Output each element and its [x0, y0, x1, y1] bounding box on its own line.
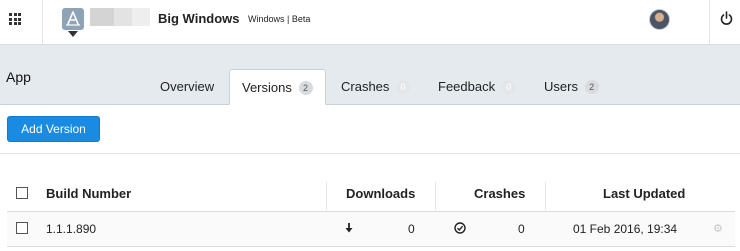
divider [0, 153, 740, 154]
tab-count-badge: 0 [396, 80, 411, 94]
tab-feedback[interactable]: Feedback 0 [438, 69, 516, 105]
tab-label: Overview [160, 79, 215, 94]
app-name: Big Windows [158, 11, 240, 26]
column-divider [545, 182, 546, 210]
tab-label: Feedback [438, 79, 496, 94]
column-header-crashes[interactable]: Crashes [474, 186, 525, 201]
tab-versions[interactable]: Versions 2 [229, 69, 326, 105]
column-divider [326, 182, 327, 210]
gear-icon[interactable]: ⚙ [713, 222, 723, 235]
last-updated-cell: 01 Feb 2016, 19:34 [573, 222, 678, 236]
column-header-build-number[interactable]: Build Number [46, 186, 131, 201]
app-store-icon[interactable] [62, 8, 84, 30]
power-button[interactable] [709, 0, 740, 44]
crash-check-icon [454, 222, 466, 234]
downloads-cell: 0 [408, 222, 415, 236]
page-header: App Overview Versions 2 Crashes 0 Feedba… [0, 45, 740, 105]
column-header-downloads[interactable]: Downloads [346, 186, 415, 201]
avatar[interactable] [649, 9, 670, 30]
app-switcher-button[interactable] [0, 0, 43, 44]
add-version-button[interactable]: Add Version [7, 116, 100, 142]
download-icon [345, 223, 353, 233]
tab-crashes[interactable]: Crashes 0 [341, 69, 411, 105]
redacted-owner [90, 8, 150, 26]
tab-count-badge: 2 [298, 81, 313, 95]
build-number-cell[interactable]: 1.1.1.890 [46, 222, 96, 236]
tab-label: Versions [242, 80, 292, 95]
column-header-last-updated[interactable]: Last Updated [603, 186, 685, 201]
app-platform-label: Windows | Beta [248, 14, 311, 24]
tab-count-badge: 2 [584, 80, 599, 94]
chevron-down-icon[interactable] [68, 31, 78, 37]
grid-icon [9, 13, 21, 25]
column-divider [435, 182, 436, 210]
power-icon [720, 11, 733, 25]
tab-label: Crashes [341, 79, 390, 94]
tab-count-badge: 0 [501, 80, 516, 94]
tab-label: Users [544, 79, 578, 94]
page-title: App [6, 69, 31, 85]
tab-overview[interactable]: Overview [160, 69, 214, 105]
tab-users[interactable]: Users 2 [544, 69, 599, 105]
top-bar: Big Windows Windows | Beta [0, 0, 740, 45]
crashes-cell: 0 [518, 222, 525, 236]
select-all-checkbox[interactable] [16, 187, 28, 199]
row-checkbox[interactable] [16, 222, 28, 234]
